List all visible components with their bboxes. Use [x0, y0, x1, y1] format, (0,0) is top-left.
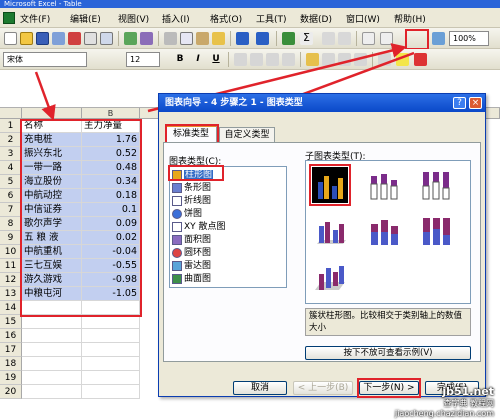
back-button[interactable]: < 上一步(B): [293, 381, 353, 395]
bar-chart-icon: [172, 182, 182, 193]
pie-chart-icon: [172, 208, 182, 219]
watermark-site: jb51.net: [442, 385, 494, 398]
chart-type-bar[interactable]: 条形图: [172, 182, 284, 195]
cancel-button[interactable]: 取消: [233, 381, 287, 395]
chart-type-pie[interactable]: 饼图: [172, 208, 284, 221]
chart-type-area[interactable]: 面积图: [172, 234, 284, 247]
close-icon[interactable]: ×: [469, 97, 482, 109]
column-type-highlight: [168, 165, 224, 181]
chart-type-doughnut[interactable]: 圆环图: [172, 247, 284, 260]
tab-highlight: [165, 124, 219, 144]
dialog-title: 图表向导 - 4 步骤之 1 - 图表类型: [159, 94, 485, 112]
watermark-name: 查字典 教程网: [443, 399, 494, 408]
subtype-3d-100-stacked-column[interactable]: [416, 213, 452, 249]
scatter-chart-icon: [172, 221, 182, 232]
watermark-url: jiaocheng.chazidian.com: [394, 409, 494, 418]
tab-custom-types[interactable]: 自定义类型: [219, 127, 275, 142]
subtype-3d-clustered-column[interactable]: [312, 213, 348, 249]
chart-type-surface[interactable]: 曲面图: [172, 273, 284, 286]
doughnut-chart-icon: [172, 247, 182, 258]
subtype-3d-stacked-column[interactable]: [364, 213, 400, 249]
chart-type-radar[interactable]: 雷达图: [172, 260, 284, 273]
chart-wizard-dialog: 图表向导 - 4 步骤之 1 - 图表类型 ? × 标准类型 自定义类型 图表类…: [158, 93, 486, 398]
surface-chart-icon: [172, 273, 182, 284]
radar-chart-icon: [172, 260, 182, 271]
watermark: jb51.net 查字典 教程网 jiaocheng.chazidian.com: [395, 385, 494, 418]
line-chart-icon: [172, 195, 182, 206]
chart-type-scatter[interactable]: XY 散点图: [172, 221, 284, 234]
subtype-3d-column[interactable]: [312, 259, 348, 295]
area-chart-icon: [172, 234, 182, 245]
help-icon[interactable]: ?: [453, 97, 466, 109]
subtype-highlight: [309, 164, 351, 206]
chart-description: 簇状柱形图。比较相交于类别轴上的数值大小: [305, 308, 471, 336]
chart-type-line[interactable]: 折线图: [172, 195, 284, 208]
press-to-view-sample-button[interactable]: 按下不放可查看示例(V): [305, 346, 471, 360]
subtype-stacked-column[interactable]: [364, 167, 400, 203]
subtype-100-stacked-column[interactable]: [416, 167, 452, 203]
arrow-to-data: [34, 71, 56, 121]
chart-type-list[interactable]: 柱形图 条形图 折线图 饼图 XY 散点图 面积图 圆环图 雷达图 曲面图: [169, 166, 287, 288]
